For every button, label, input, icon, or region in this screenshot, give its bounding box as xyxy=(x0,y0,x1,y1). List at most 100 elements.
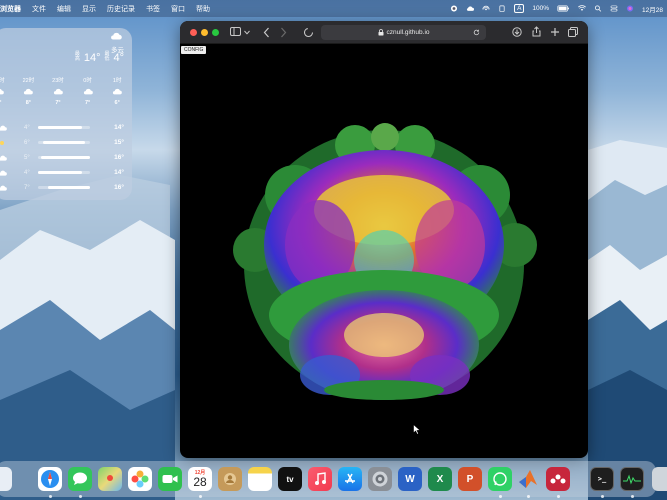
menu-view[interactable]: 显示 xyxy=(82,4,96,14)
fractal-canvas[interactable] xyxy=(180,45,588,458)
mouse-cursor-icon xyxy=(413,424,421,435)
menu-bar-clock[interactable]: 12月28 xyxy=(642,4,663,14)
new-tab-icon[interactable] xyxy=(550,27,560,37)
lock-icon xyxy=(378,29,383,36)
dock-terminal-icon[interactable]: >_ xyxy=(590,467,614,491)
weather-widget[interactable]: 多云 最高 14° 最低 4° 21时 9° 22时 8° 23时 7° 0时 … xyxy=(0,28,132,200)
dock-running-indicator xyxy=(49,495,52,498)
airdrop-icon[interactable] xyxy=(482,5,490,12)
back-icon[interactable] xyxy=(263,27,270,38)
dock-mendeley-icon[interactable] xyxy=(546,467,570,491)
menu-window[interactable]: 窗口 xyxy=(171,4,185,14)
menu-history[interactable]: 历史记录 xyxy=(107,4,135,14)
cloud-icon xyxy=(0,185,7,191)
hour-temp: 9° xyxy=(0,100,14,106)
dock-finder-icon[interactable] xyxy=(0,467,12,491)
menu-file[interactable]: 文件 xyxy=(32,4,46,14)
dock-excel-icon[interactable]: X xyxy=(428,467,452,491)
minimize-window-button[interactable] xyxy=(201,29,208,36)
dock-contacts-icon[interactable] xyxy=(218,467,242,491)
download-icon[interactable] xyxy=(512,27,522,37)
close-window-button[interactable] xyxy=(190,29,197,36)
daily-forecast: 4° 14° 6° 15° 5° 16° 4° 14° 7° 16° xyxy=(0,120,132,195)
dock-whatsapp-icon[interactable] xyxy=(488,467,512,491)
spotlight-icon[interactable] xyxy=(594,5,602,12)
day-low: 4° xyxy=(24,169,30,176)
weather-high-low: 最高 14° 最低 4° xyxy=(74,51,124,65)
share-icon[interactable] xyxy=(532,26,541,37)
sun-icon xyxy=(0,140,4,145)
dock-trash-icon[interactable] xyxy=(652,467,667,491)
battery-percentage: 100% xyxy=(532,5,550,12)
hour-time: 0时 xyxy=(83,78,92,84)
dock-running-indicator xyxy=(601,495,604,498)
clipboard-icon[interactable] xyxy=(498,5,506,12)
wifi-icon[interactable] xyxy=(578,5,586,12)
battery-icon[interactable] xyxy=(557,5,570,12)
temp-range-fill xyxy=(48,186,90,189)
tv-label: tv xyxy=(286,474,294,484)
dock-maps-icon[interactable] xyxy=(98,467,122,491)
dock-word-icon[interactable]: W xyxy=(398,467,422,491)
cloud-icon xyxy=(0,125,7,131)
dock-notes-icon[interactable] xyxy=(248,467,272,491)
reload-icon[interactable] xyxy=(473,29,480,36)
menu-help[interactable]: 帮助 xyxy=(196,4,210,14)
hour-time: 23时 xyxy=(52,78,64,84)
control-center-icon[interactable] xyxy=(610,5,618,12)
hour-time: 21时 xyxy=(0,78,5,84)
dock-powerpoint-icon[interactable]: P xyxy=(458,467,482,491)
dock-matlab-icon[interactable] xyxy=(516,467,540,491)
dock-safari-icon[interactable] xyxy=(38,467,62,491)
day-row: 5° 16° xyxy=(0,150,132,165)
cloud-icon xyxy=(113,88,123,95)
high-label: 最高 xyxy=(74,51,80,62)
cloud-icon xyxy=(24,88,34,95)
day-low: 4° xyxy=(24,124,30,131)
config-button[interactable]: CONFIG xyxy=(181,46,207,54)
dock-running-indicator xyxy=(631,495,634,498)
record-icon[interactable] xyxy=(450,5,458,12)
zoom-window-button[interactable] xyxy=(212,29,219,36)
dock-messages-icon[interactable] xyxy=(68,467,92,491)
dock-music-icon[interactable] xyxy=(308,467,332,491)
weather-low: 4° xyxy=(113,52,124,64)
chevron-down-icon[interactable] xyxy=(244,30,250,35)
day-high: 14° xyxy=(114,124,124,131)
dock-activity-monitor-icon[interactable] xyxy=(620,467,644,491)
dock-app-store-icon[interactable] xyxy=(338,467,362,491)
dock-running-indicator xyxy=(199,495,202,498)
dock-photos-icon[interactable] xyxy=(128,467,152,491)
address-bar[interactable]: cznull.github.io xyxy=(321,25,486,40)
day-row: 4° 14° xyxy=(0,165,132,180)
hour-time: 22时 xyxy=(22,78,35,84)
menu-edit[interactable]: 编辑 xyxy=(57,4,71,14)
dock-facetime-icon[interactable] xyxy=(158,467,182,491)
temp-range-bar xyxy=(38,156,90,159)
tab-overview-icon[interactable] xyxy=(568,27,578,37)
url-text: cznull.github.io xyxy=(386,29,430,36)
day-high: 14° xyxy=(114,169,124,176)
dock-system-settings-icon[interactable] xyxy=(368,467,392,491)
calendar-day: 28 xyxy=(193,474,207,489)
dock-running-indicator xyxy=(557,495,560,498)
cloud-icon[interactable] xyxy=(466,5,475,12)
low-label: 最低 xyxy=(104,51,110,62)
temp-range-bar xyxy=(38,126,90,129)
dock-tv-icon[interactable]: tv xyxy=(278,467,302,491)
dock-running-indicator xyxy=(527,495,530,498)
input-method-indicator[interactable]: A xyxy=(514,4,525,13)
menu-bookmarks[interactable]: 书签 xyxy=(146,4,160,14)
hour-item: 23时 7° xyxy=(43,76,73,106)
siri-icon[interactable] xyxy=(626,5,634,12)
dock-calendar-icon[interactable]: 12月 28 xyxy=(188,467,212,491)
forward-icon[interactable] xyxy=(280,27,287,38)
hour-time: 1时 xyxy=(112,78,122,84)
day-low: 6° xyxy=(24,139,30,146)
menu-app-name[interactable]: 浏览器 xyxy=(0,4,21,14)
cloud-icon xyxy=(53,88,63,95)
hour-temp: 8° xyxy=(25,100,32,106)
browser-toolbar: cznull.github.io xyxy=(180,21,588,44)
hour-temp: 7° xyxy=(55,100,61,106)
sidebar-toggle-icon[interactable] xyxy=(230,27,242,37)
